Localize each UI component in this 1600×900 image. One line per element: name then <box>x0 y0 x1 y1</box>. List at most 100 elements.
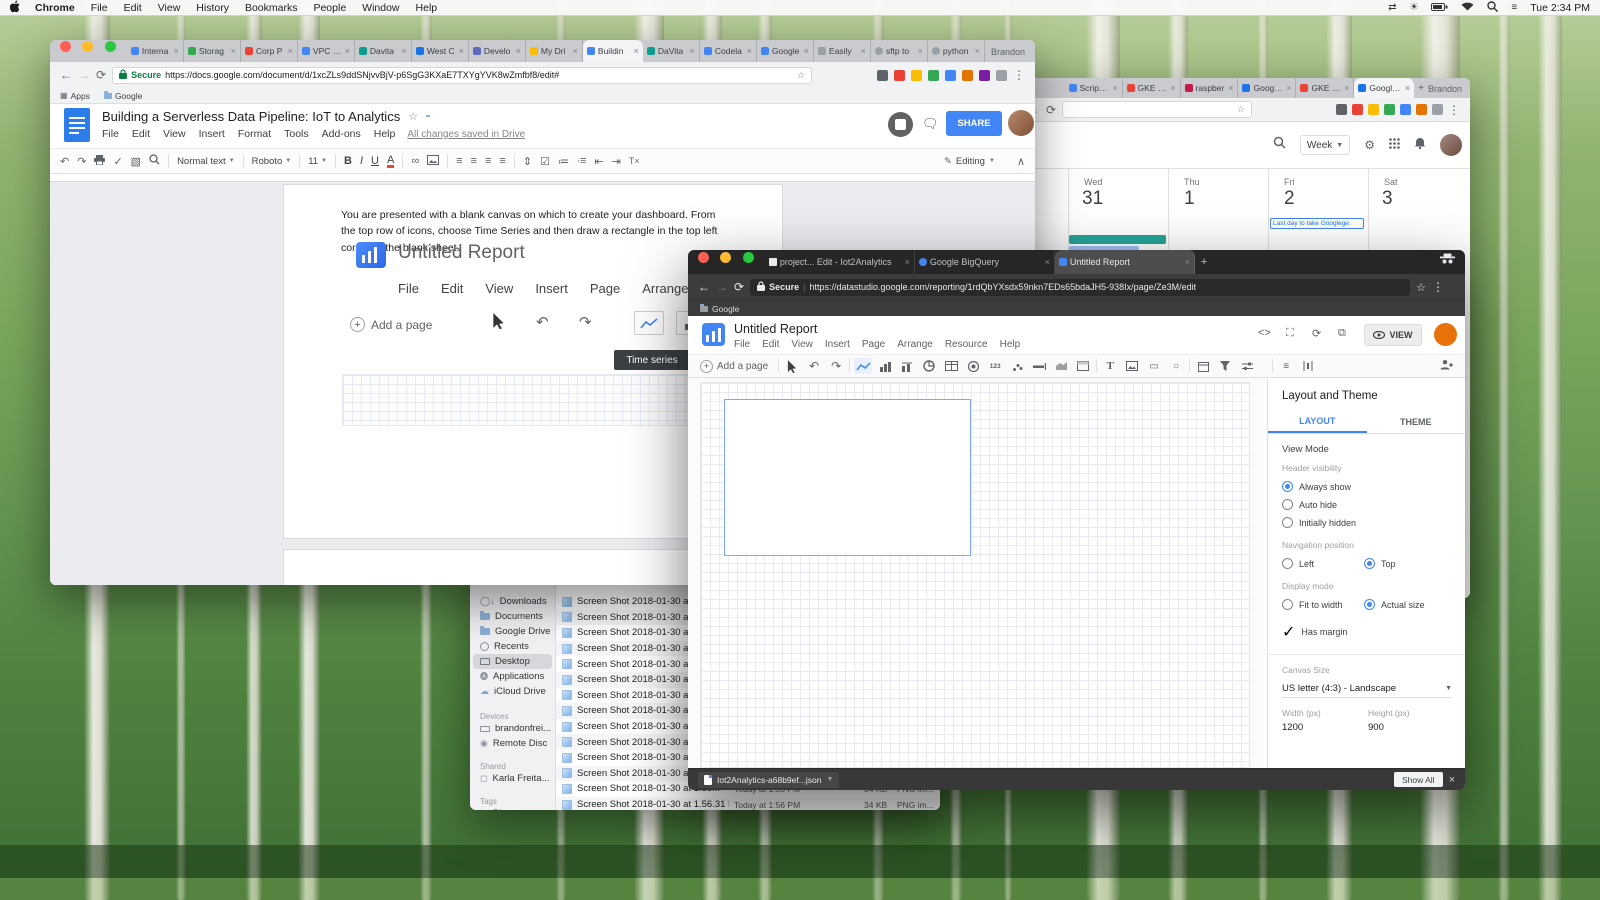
day-header[interactable]: Thu <box>1184 177 1200 187</box>
notification-center-icon[interactable]: ≡ <box>1511 2 1517 13</box>
browser-tab[interactable]: VPC Se× <box>298 40 355 62</box>
extension-icon[interactable] <box>877 70 888 81</box>
tab-close-icon[interactable]: × <box>918 46 923 56</box>
clear-formatting-icon[interactable]: T× <box>629 156 640 166</box>
docs-file-icon[interactable] <box>64 108 90 142</box>
image-tool-icon[interactable] <box>1123 358 1141 374</box>
extension-icon[interactable] <box>996 70 1007 81</box>
sidebar-item-desktop[interactable]: Desktop <box>473 654 552 669</box>
browser-tab[interactable]: West C× <box>412 40 469 62</box>
avatar[interactable] <box>1434 323 1457 346</box>
tab-close-icon[interactable]: × <box>975 46 980 56</box>
profile-name[interactable]: Brandon <box>991 47 1025 57</box>
day-number[interactable]: 31 <box>1082 188 1103 210</box>
insert-link-icon[interactable]: ∞ <box>411 155 419 167</box>
chrome-menu-icon[interactable]: ⋮ <box>1432 280 1444 294</box>
browser-tab-active[interactable]: Untitled Report× <box>1055 250 1195 274</box>
bookmark-star-icon[interactable]: ☆ <box>1416 281 1426 294</box>
extension-icon[interactable] <box>1352 104 1363 115</box>
browser-tab[interactable]: Codela× <box>700 40 757 62</box>
spellcheck-icon[interactable]: ✓ <box>113 155 122 168</box>
browser-tab[interactable]: DaVita× <box>643 40 700 62</box>
extension-icon[interactable] <box>894 70 905 81</box>
reload-icon[interactable]: ⟳ <box>96 68 106 82</box>
share-button[interactable]: SHARE <box>946 111 1002 136</box>
extension-icon[interactable] <box>911 70 922 81</box>
undo-icon[interactable]: ↶ <box>805 358 823 374</box>
menu-view[interactable]: View <box>158 2 181 14</box>
menu-view[interactable]: View <box>163 128 186 140</box>
extension-icon[interactable] <box>1336 104 1347 115</box>
app-menu-chrome[interactable]: Chrome <box>35 2 75 14</box>
menu-help[interactable]: Help <box>416 2 438 14</box>
bookmark-google-folder[interactable]: Google <box>712 304 739 314</box>
menu-insert[interactable]: Insert <box>199 128 225 140</box>
browser-tab[interactable]: Easily× <box>814 40 871 62</box>
browser-tab[interactable]: python× <box>928 40 985 62</box>
browser-tab[interactable]: My Dri× <box>526 40 583 62</box>
bookmark-google-folder[interactable]: Google <box>104 91 142 101</box>
menu-view[interactable]: View <box>791 339 813 350</box>
tab-close-icon[interactable]: × <box>905 257 910 267</box>
browser-tab[interactable]: Scripting× <box>1065 78 1123 98</box>
sidebar-item-downloads[interactable]: ◯↓Downloads <box>470 594 555 609</box>
add-page-button[interactable]: +Add a page <box>700 360 768 373</box>
tab-close-icon[interactable]: × <box>1286 83 1291 93</box>
zoom-icon[interactable] <box>149 154 160 168</box>
tab-theme[interactable]: THEME <box>1367 410 1466 433</box>
radio-nav-left[interactable]: Left <box>1282 558 1364 569</box>
back-icon[interactable]: ← <box>60 68 72 82</box>
scatter-chart-icon[interactable] <box>1008 358 1026 374</box>
menubar-clock[interactable]: Tue 2:34 PM <box>1530 2 1590 14</box>
menu-help[interactable]: Help <box>1000 339 1021 350</box>
avatar[interactable] <box>1008 110 1034 136</box>
indent-increase-icon[interactable]: ⇥ <box>612 155 621 168</box>
settings-gear-icon[interactable]: ⚙ <box>1364 138 1375 152</box>
tab-close-icon[interactable]: × <box>1185 257 1190 267</box>
menu-history[interactable]: History <box>196 2 229 14</box>
apple-menu-icon[interactable] <box>10 0 21 16</box>
justify-icon[interactable]: ≡ <box>499 155 505 167</box>
bar-chart-icon[interactable] <box>876 358 894 374</box>
sidebar-item-tag-blue[interactable]: Blue <box>470 806 555 810</box>
print-icon[interactable] <box>94 155 105 168</box>
star-icon[interactable]: ☆ <box>408 110 418 123</box>
checklist-icon[interactable]: ☑ <box>540 155 550 168</box>
tab-close-icon[interactable]: × <box>747 46 752 56</box>
align-icon[interactable]: ≡ <box>1277 358 1295 374</box>
datastudio-logo[interactable] <box>702 323 725 346</box>
table-icon[interactable] <box>942 358 960 374</box>
width-value[interactable]: 1200 <box>1282 722 1368 733</box>
tab-layout[interactable]: LAYOUT <box>1268 410 1367 433</box>
address-bar[interactable]: Secure https://docs.google.com/document/… <box>112 67 812 84</box>
view-selector[interactable]: Week▼ <box>1300 135 1350 155</box>
browser-tab[interactable]: Google-l× <box>1238 78 1296 98</box>
minimize-button[interactable] <box>720 252 731 263</box>
file-row[interactable]: Screen Shot 2018-01-30 at 1.56.31 PMToda… <box>556 797 940 810</box>
refresh-data-icon[interactable]: ⟳ <box>1312 327 1321 340</box>
menu-edit[interactable]: Edit <box>124 2 142 14</box>
new-tab-button[interactable]: + <box>1201 256 1207 268</box>
date-range-icon[interactable] <box>1194 358 1212 374</box>
extension-icon[interactable] <box>928 70 939 81</box>
calendar-event-bar[interactable] <box>1069 235 1166 244</box>
tab-close-icon[interactable]: × <box>516 46 521 56</box>
numbered-list-icon[interactable]: ≔ <box>558 155 569 168</box>
share-add-person-icon[interactable] <box>1439 357 1453 375</box>
new-tab-button[interactable]: + <box>1418 83 1424 94</box>
menu-file[interactable]: File <box>91 2 108 14</box>
sidebar-item-remote-disc[interactable]: ◉Remote Disc <box>470 736 555 751</box>
align-left-icon[interactable]: ≡ <box>456 155 462 167</box>
zoom-button[interactable] <box>105 41 116 52</box>
browser-tab[interactable]: Google× <box>757 40 814 62</box>
filter-control-icon[interactable] <box>1216 358 1234 374</box>
address-bar[interactable]: Secure | https://datastudio.google.com/r… <box>750 279 1410 296</box>
redo-icon[interactable]: ↷ <box>77 155 86 168</box>
show-all-button[interactable]: Show All <box>1394 772 1443 787</box>
sidebar-item-device-mac[interactable]: brandonfrei... <box>470 721 555 736</box>
tab-close-icon[interactable]: × <box>1228 83 1233 93</box>
extension-icon[interactable] <box>1416 104 1427 115</box>
extension-icon[interactable] <box>962 70 973 81</box>
circle-tool-icon[interactable]: ○ <box>1167 358 1185 374</box>
browser-tab[interactable]: sftp to× <box>871 40 928 62</box>
